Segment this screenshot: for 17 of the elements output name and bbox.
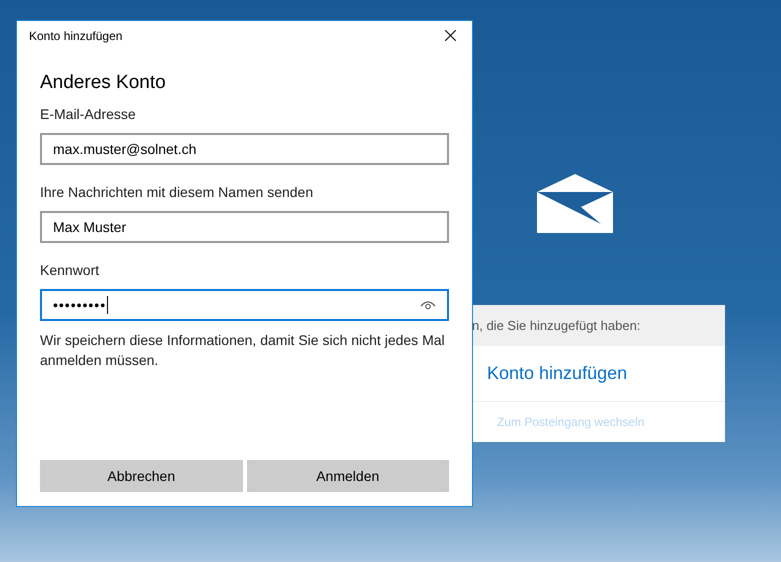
dialog-heading: Anderes Konto (40, 71, 167, 95)
field-label: E-Mail-Adresse (40, 105, 137, 123)
panel-header: n, die Sie hinzugefügt haben: (472, 305, 725, 346)
eye-icon[interactable] (420, 300, 436, 310)
password-field[interactable]: ••••••••• (40, 289, 449, 321)
sign-in-button[interactable]: Anmelden (246, 460, 449, 492)
envelope-icon (537, 174, 613, 233)
cancel-button[interactable]: Abbrechen (40, 460, 242, 492)
add-account-link[interactable]: Konto hinzufügen (487, 360, 628, 387)
input-field[interactable]: max.muster@solnet.ch (40, 133, 449, 165)
close-icon (444, 30, 456, 41)
input-field[interactable]: Max Muster (40, 211, 449, 243)
text-cursor (107, 296, 108, 314)
info-text: Wir speichern diese Informationen, damit Sie sich nicht jedes Mal anmelden müssen. (40, 331, 446, 370)
window-title: Konto hinzufügen (29, 28, 122, 44)
field-label: Kennwort (40, 261, 100, 279)
field-label: Ihre Nachrichten mit diesem Namen senden (40, 183, 314, 201)
